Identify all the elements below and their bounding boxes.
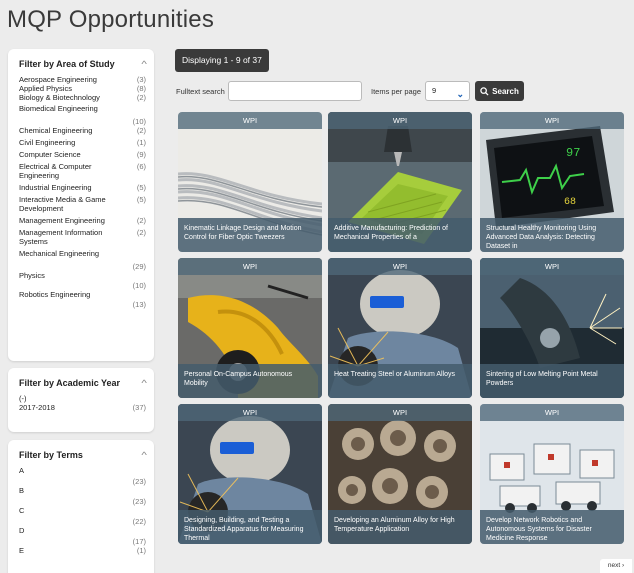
- result-card[interactable]: WPI Designing, Building, and Testing a S…: [178, 404, 322, 544]
- facet-item[interactable]: Management Information Systems (2): [19, 228, 146, 246]
- filter-terms-title: Filter by Terms: [19, 450, 83, 460]
- monitor-readout-decoration: 97: [566, 146, 580, 160]
- card-title: Develop Network Robotics and Autonomous …: [480, 510, 624, 544]
- card-title: Sintering of Low Melting Point Metal Pow…: [480, 364, 624, 398]
- items-per-page-label: Items per page: [371, 87, 422, 96]
- facet-item[interactable]: D (17): [19, 526, 146, 546]
- facet-item[interactable]: Industrial Engineering (5): [19, 183, 146, 192]
- filter-academic-year-title: Filter by Academic Year: [19, 378, 121, 388]
- svg-text:68: 68: [564, 197, 576, 208]
- search-button[interactable]: Search: [475, 81, 524, 101]
- card-title: Kinematic Linkage Design and Motion Cont…: [178, 218, 322, 252]
- facet-item[interactable]: Applied Physics (8): [19, 84, 146, 93]
- filter-academic-year-panel: Filter by Academic Year ^ (-) 2017-2018(…: [8, 368, 154, 432]
- result-card[interactable]: WPI Additive Manufacturing: Prediction o…: [328, 112, 472, 252]
- card-badge: WPI: [178, 404, 322, 421]
- result-card[interactable]: WPI Sintering of Low Melting Point Metal…: [480, 258, 624, 398]
- filter-area-of-study-title: Filter by Area of Study: [19, 59, 115, 69]
- card-badge: WPI: [328, 404, 472, 421]
- facet-item[interactable]: Biology & Biotechnology (2): [19, 93, 146, 102]
- facet-item[interactable]: Interactive Media & Game Development (5): [19, 195, 146, 213]
- result-card[interactable]: WPI Develop Network Robotics and Autonom…: [480, 404, 624, 544]
- filter-area-of-study-header[interactable]: Filter by Area of Study ^: [19, 59, 147, 69]
- facet-item[interactable]: B (23): [19, 486, 146, 506]
- facet-item[interactable]: E (1): [19, 546, 146, 555]
- facet-item[interactable]: Electrical & Computer Engineering (6): [19, 162, 146, 180]
- items-per-page-select[interactable]: 9 ⌄: [425, 81, 470, 101]
- card-badge: WPI: [480, 112, 624, 129]
- card-badge: WPI: [178, 112, 322, 129]
- card-title: Designing, Building, and Testing a Stand…: [178, 510, 322, 544]
- card-title: Structural Healthy Monitoring Using Adva…: [480, 218, 624, 252]
- card-badge: WPI: [480, 404, 624, 421]
- card-title: Additive Manufacturing: Prediction of Me…: [328, 218, 472, 252]
- result-card[interactable]: 97 68 WPI Structural Healthy Monitoring …: [480, 112, 624, 252]
- chevron-up-icon[interactable]: ^: [141, 59, 147, 69]
- card-title: Heat Treating Steel or Aluminum Alloys: [328, 364, 472, 398]
- filter-area-of-study-panel: Filter by Area of Study ^ Aerospace Engi…: [8, 49, 154, 361]
- fulltext-search-label: Fulltext search: [176, 87, 225, 96]
- facet-item[interactable]: Aerospace Engineering (3): [19, 75, 146, 84]
- chevron-up-icon[interactable]: ^: [141, 378, 147, 388]
- facet-item[interactable]: 2017-2018 (37): [19, 403, 146, 412]
- search-icon: [480, 86, 489, 96]
- facet-item[interactable]: Biomedical Engineering (10): [19, 104, 146, 126]
- card-badge: WPI: [328, 112, 472, 129]
- card-badge: WPI: [328, 258, 472, 275]
- facet-item[interactable]: (-): [19, 394, 146, 403]
- facet-item[interactable]: Chemical Engineering (2): [19, 126, 146, 135]
- result-card[interactable]: WPI Kinematic Linkage Design and Motion …: [178, 112, 322, 252]
- next-page-link[interactable]: next ›: [600, 559, 632, 573]
- chevron-down-icon: ⌄: [456, 89, 464, 99]
- facet-item[interactable]: Computer Science (9): [19, 150, 146, 159]
- chevron-up-icon[interactable]: ^: [141, 450, 147, 460]
- card-badge: WPI: [480, 258, 624, 275]
- result-card[interactable]: WPI Personal On-Campus Autonomous Mobili…: [178, 258, 322, 398]
- card-title: Personal On-Campus Autonomous Mobility: [178, 364, 322, 398]
- card-title: Developing an Aluminum Alloy for High Te…: [328, 510, 472, 544]
- facet-item[interactable]: Civil Engineering (1): [19, 138, 146, 147]
- facet-item[interactable]: Physics (10): [19, 271, 146, 290]
- displaying-count: Displaying 1 - 9 of 37: [175, 49, 269, 72]
- facet-item[interactable]: Management Engineering (2): [19, 216, 146, 225]
- filter-terms-header[interactable]: Filter by Terms ^: [19, 450, 147, 460]
- page-title: MQP Opportunities: [7, 6, 215, 33]
- facet-item[interactable]: Mechanical Engineering (29): [19, 249, 146, 271]
- facet-item[interactable]: C (22): [19, 506, 146, 526]
- result-card[interactable]: WPI Developing an Aluminum Alloy for Hig…: [328, 404, 472, 544]
- fulltext-search-input[interactable]: [228, 81, 362, 101]
- result-card[interactable]: WPI Heat Treating Steel or Aluminum Allo…: [328, 258, 472, 398]
- filter-academic-year-header[interactable]: Filter by Academic Year ^: [19, 378, 147, 388]
- facet-item[interactable]: A (23): [19, 466, 146, 486]
- card-badge: WPI: [178, 258, 322, 275]
- filter-terms-panel: Filter by Terms ^ A (23) B (23) C (22) D (17…: [8, 440, 154, 573]
- facet-item[interactable]: Robotics Engineering (13): [19, 290, 146, 309]
